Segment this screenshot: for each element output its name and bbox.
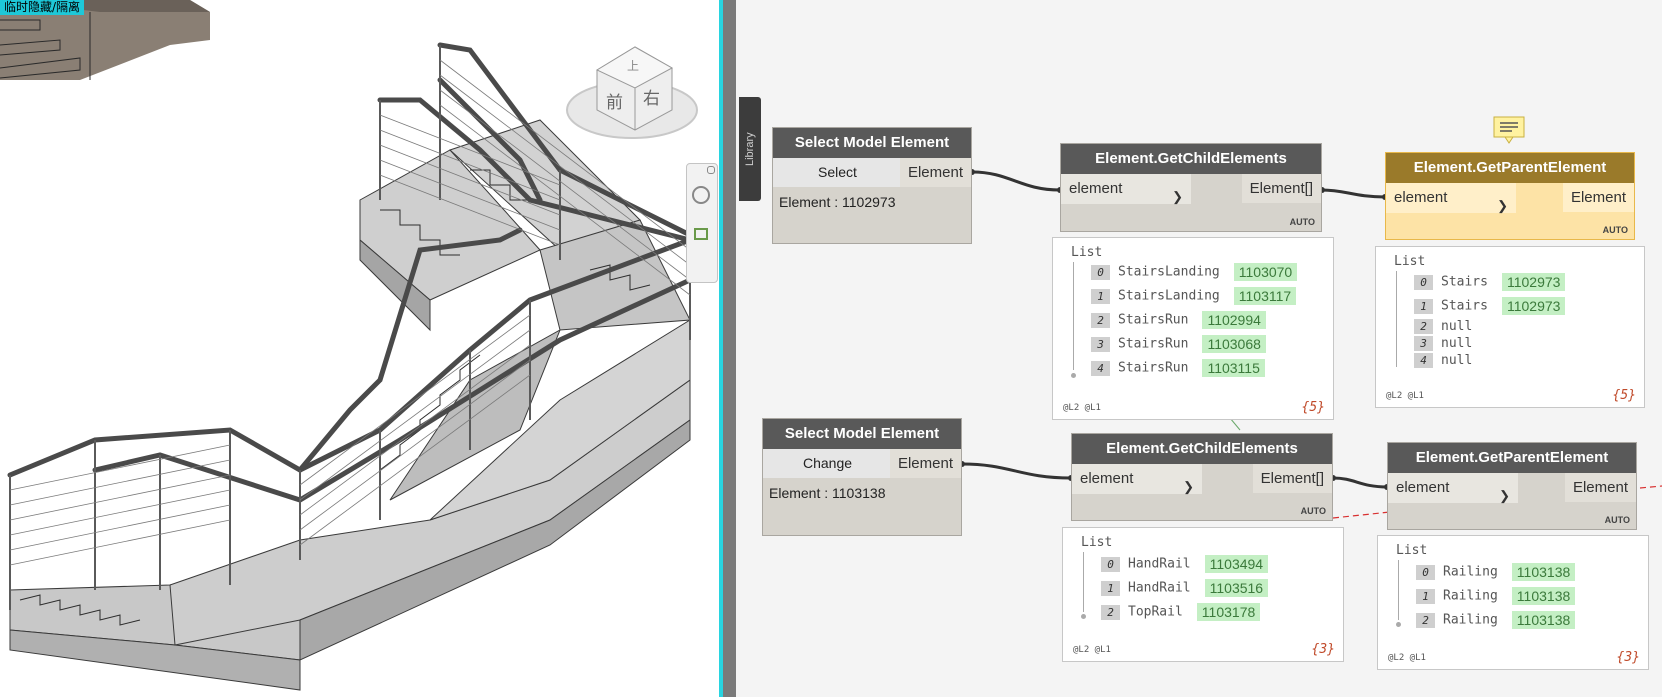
lacing-badge[interactable]: AUTO [1290,217,1315,227]
list-levels: @L2 @L1 [1386,391,1424,401]
element-output-port[interactable]: Element [899,158,971,187]
list-count: {5} [1301,400,1325,415]
list-item: 1 Stairs 1102973 [1414,297,1566,315]
change-button[interactable]: Change [763,449,893,478]
note-icon[interactable] [1493,116,1525,144]
wire-child1-to-parent1 [1321,188,1386,199]
node-title: Element.GetParentElement [1386,153,1634,183]
input-label: element [1394,189,1448,206]
list-item: 1 HandRail 1103516 [1101,579,1269,597]
list-item: 2 Railing 1103138 [1416,611,1576,629]
list-item: 1 StairsLanding 1103117 [1091,287,1297,305]
list-item: 2 TopRail 1103178 [1101,603,1261,621]
list-count: {3} [1311,642,1335,657]
preview-parent-element-1[interactable]: List 0 Stairs 1102973 1 Stairs 1102973 2 null… [1375,246,1645,408]
list-header: List [1396,543,1428,558]
element-output-port[interactable]: Element [1562,183,1634,212]
element-output-port[interactable]: Element [889,449,961,478]
node-title: Element.GetChildElements [1072,434,1332,464]
list-levels: @L2 @L1 [1063,403,1101,413]
list-item: 0 HandRail 1103494 [1101,555,1269,573]
preview-parent-element-2[interactable]: List 0 Railing 1103138 1 Railing 1103138 2 Ra… [1377,535,1649,670]
node-title: Element.GetParentElement [1388,443,1636,473]
input-label: element [1396,479,1450,496]
wire-child2-to-parent2 [1332,476,1388,489]
wire-select1-to-child1 [971,170,1061,192]
lacing-badge[interactable]: AUTO [1603,225,1628,235]
chevron-right-icon: ❯ [1499,488,1510,503]
element-input-port[interactable]: element ❯ [1061,174,1191,204]
list-item: 2 null [1414,319,1472,337]
list-header: List [1394,254,1426,269]
input-label: element [1069,180,1123,197]
list-item: 0 StairsLanding 1103070 [1091,263,1298,281]
preview-child-elements-1[interactable]: List 0 StairsLanding 1103070 1 StairsLandin… [1052,237,1334,420]
get-parent-element-node-2[interactable]: Element.GetParentElement element ❯ Eleme… [1387,442,1637,530]
element-input-port[interactable]: element ❯ [1072,464,1202,494]
chevron-right-icon: ❯ [1172,189,1183,204]
list-item: 3 StairsRun 1103068 [1091,335,1266,353]
list-item: 4 null [1414,353,1472,371]
node-title: Element.GetChildElements [1061,144,1321,174]
element-input-port[interactable]: element ❯ [1388,473,1518,503]
list-item: 4 StairsRun 1103115 [1091,359,1265,377]
element-list-output-port[interactable]: Element[] [1241,174,1321,203]
node-title: Select Model Element [763,419,961,449]
select-model-element-node-1[interactable]: Select Model Element Select Element Elem… [772,127,972,244]
select-model-element-node-2[interactable]: Select Model Element Change Element Elem… [762,418,962,536]
list-item: 2 StairsRun 1102994 [1091,311,1266,329]
chevron-right-icon: ❯ [1497,198,1508,213]
element-output-port[interactable]: Element [1564,473,1636,502]
list-item: 0 Railing 1103138 [1416,563,1576,581]
list-item: 3 null [1414,336,1472,354]
list-count: {3} [1616,650,1640,665]
selected-element-value: Element : 1103138 [769,485,886,501]
list-item: 1 Railing 1103138 [1416,587,1576,605]
element-input-port[interactable]: element ❯ [1386,183,1516,213]
select-button[interactable]: Select [773,158,903,187]
wire-select2-to-child2 [961,462,1072,480]
list-count: {5} [1612,388,1636,403]
lacing-badge[interactable]: AUTO [1301,506,1326,516]
chevron-right-icon: ❯ [1183,479,1194,494]
get-child-elements-node-2[interactable]: Element.GetChildElements element ❯ Eleme… [1071,433,1333,521]
list-header: List [1081,535,1113,550]
input-label: element [1080,470,1134,487]
list-levels: @L2 @L1 [1388,653,1426,663]
preview-child-elements-2[interactable]: List 0 HandRail 1103494 1 HandRail 1103516 2… [1062,527,1344,662]
lacing-badge[interactable]: AUTO [1605,515,1630,525]
list-header: List [1071,245,1103,260]
get-child-elements-node-1[interactable]: Element.GetChildElements element ❯ Eleme… [1060,143,1322,232]
wire-error-dashed-a [1639,485,1662,489]
list-item: 0 Stairs 1102973 [1414,273,1566,291]
element-list-output-port[interactable]: Element[] [1252,464,1332,493]
list-levels: @L2 @L1 [1073,645,1111,655]
selected-element-value: Element : 1102973 [779,194,896,210]
library-tab[interactable]: Library [739,97,761,201]
node-title: Select Model Element [773,128,971,158]
library-tab-label: Library [744,132,756,166]
get-parent-element-node-1[interactable]: Element.GetParentElement element ❯ Eleme… [1385,152,1635,240]
wire-error-dashed-b [1332,511,1391,519]
